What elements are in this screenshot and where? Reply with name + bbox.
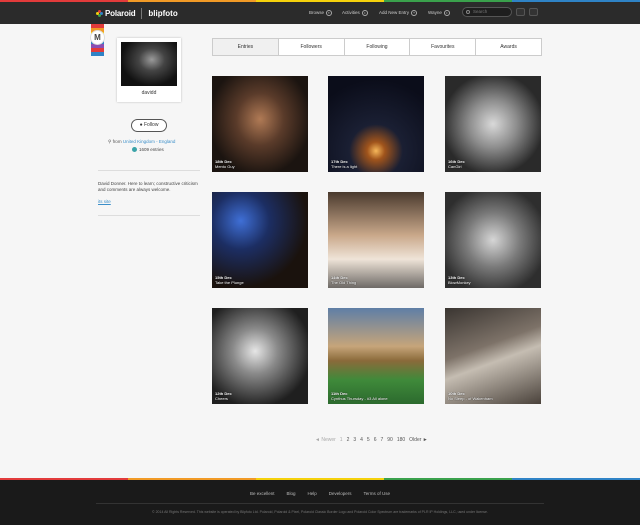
rainbow-stripe	[0, 0, 640, 2]
page-link[interactable]: 90	[387, 437, 393, 443]
page-link[interactable]: 4	[360, 437, 363, 443]
newer-page-link[interactable]: ◄ Newer	[315, 437, 336, 443]
profile-website-link[interactable]: its site	[98, 199, 111, 204]
footer-links: Be excellent Blog Help Developers Terms …	[0, 491, 640, 496]
pagination: ◄ Newer 1 2 3 4 5 6 7 90 180 Older ►	[315, 436, 428, 444]
nav-add-new-entry[interactable]: Add New Entry +	[379, 7, 418, 18]
profile-tabs: Entries Followers Following Favourites A…	[212, 38, 542, 56]
entry-tile[interactable]: 16th Dec CanGirl	[445, 76, 541, 172]
search-icon	[466, 10, 470, 14]
nav-activities[interactable]: Activities •	[342, 7, 368, 18]
entry-tile[interactable]: 15th Dec Take the Plunge	[212, 192, 308, 288]
location-link[interactable]: United Kingdom - England	[123, 139, 176, 144]
profile-location: ⚲ from United Kingdom - England	[108, 139, 176, 144]
site-footer: Be excellent Blog Help Developers Terms …	[0, 478, 640, 525]
logo-divider	[141, 7, 143, 19]
footer-divider	[96, 503, 544, 504]
entries-icon	[132, 147, 137, 152]
footer-link-developers[interactable]: Developers	[329, 491, 352, 496]
nav-user-menu[interactable]: Wayne •	[428, 7, 450, 18]
entry-tile[interactable]: 11th Dec Cynthus Thursday - #3 All alone	[328, 308, 424, 404]
profile-card[interactable]: davidd	[117, 38, 181, 102]
grid-icon: ▪	[326, 9, 333, 16]
top-navigation-bar: Polaroid blipfoto Browse ▪ Activities • …	[0, 0, 640, 24]
footer-rainbow-stripe	[0, 478, 640, 480]
messages-button[interactable]	[516, 8, 525, 16]
footer-link-terms[interactable]: Terms of Use	[364, 491, 391, 496]
tab-followers[interactable]: Followers	[279, 39, 345, 55]
user-plus-icon: ●	[139, 122, 143, 128]
search-input[interactable]: Search	[462, 7, 512, 17]
member-badge-icon: M	[90, 30, 105, 45]
blipfoto-logo: blipfoto	[148, 8, 178, 18]
tab-favourites[interactable]: Favourites	[410, 39, 477, 55]
tab-entries[interactable]: Entries	[213, 39, 279, 55]
entry-tile[interactable]: 12th Dec Cheers	[212, 308, 308, 404]
entry-tile[interactable]: 14th Dec The Old Thing	[328, 192, 424, 288]
entry-tile[interactable]: 13th Dec BlowMonkey	[445, 192, 541, 288]
site-logo[interactable]: Polaroid blipfoto	[96, 6, 178, 20]
profile-username: davidd	[141, 90, 157, 96]
tab-awards[interactable]: Awards	[476, 39, 541, 55]
page-link[interactable]: 2	[347, 437, 350, 443]
current-page: 1	[339, 437, 343, 443]
follow-button[interactable]: ● Follow	[131, 119, 167, 132]
nav-browse[interactable]: Browse ▪	[309, 7, 333, 18]
avatar	[121, 42, 177, 86]
entry-tile[interactable]: 17th Dec There is a light	[328, 76, 424, 172]
footer-copyright: © 2014 All Rights Reserved. This website…	[152, 510, 488, 514]
plus-icon: +	[411, 9, 418, 16]
entry-tile[interactable]: 18th Dec Mento Guy	[212, 76, 308, 172]
polaroid-pixel-icon	[96, 9, 103, 17]
sidebar-divider	[98, 215, 200, 216]
polaroid-logo: Polaroid	[96, 9, 136, 18]
activity-icon: •	[361, 9, 368, 16]
entry-tile[interactable]: 10th Dec No Sleep - of Wakenham	[445, 308, 541, 404]
older-page-link[interactable]: Older ►	[409, 437, 428, 443]
profile-bio: David Donner. Here to learn; constructiv…	[98, 181, 198, 192]
page-link[interactable]: 3	[353, 437, 356, 443]
location-pin-icon: ⚲	[108, 139, 112, 144]
footer-link-be-excellent[interactable]: Be excellent	[250, 491, 275, 496]
page-link[interactable]: 6	[374, 437, 377, 443]
footer-link-blog[interactable]: Blog	[286, 491, 295, 496]
membership-ribbon: M	[90, 24, 105, 60]
notifications-button[interactable]	[529, 8, 538, 16]
page-link[interactable]: 5	[367, 437, 370, 443]
tab-following[interactable]: Following	[345, 39, 411, 55]
entries-count: 1609 entries	[132, 147, 164, 152]
user-icon: •	[443, 9, 450, 16]
sidebar-divider	[98, 170, 200, 171]
page-link[interactable]: 180	[397, 437, 405, 443]
footer-link-help[interactable]: Help	[307, 491, 316, 496]
page-link[interactable]: 7	[380, 437, 383, 443]
